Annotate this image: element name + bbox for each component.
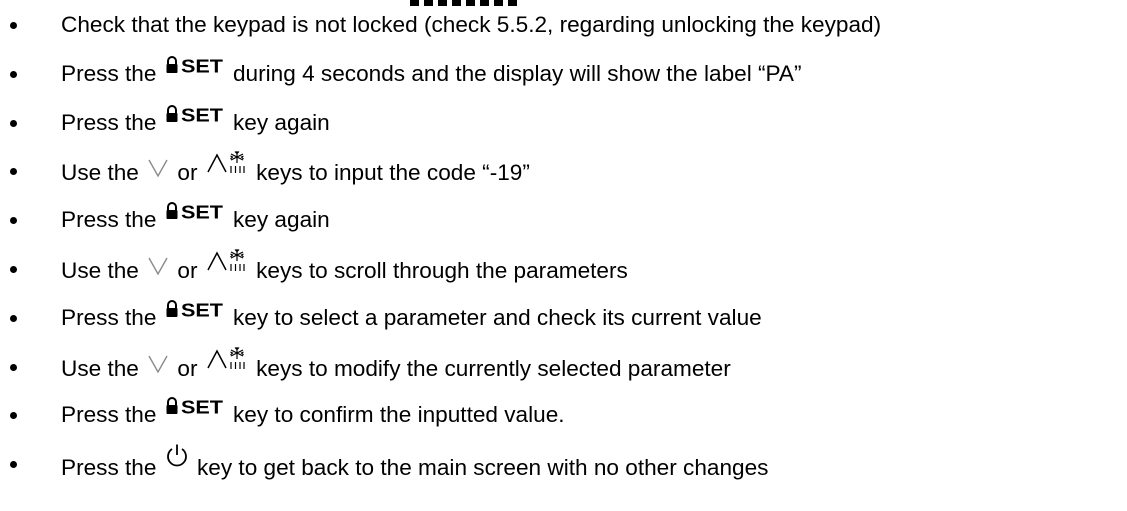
step-text-segment: key to get back to the main screen with … [190, 455, 769, 481]
lock-set-key-icon: SET [165, 202, 225, 220]
step-text-segment: Press the [61, 304, 163, 330]
bullet-icon [10, 22, 17, 29]
step-text-segment: key to confirm the inputted value. [226, 402, 565, 428]
list-item: Press the SET during 4 seconds and the d… [0, 55, 1127, 108]
list-item: Use the or keys to scroll through the pa… [0, 248, 1127, 303]
step-text-segment: Press the [61, 455, 163, 481]
bullet-icon [10, 168, 17, 176]
step-text-segment: or [171, 160, 204, 186]
step-text-segment: Use the [61, 257, 146, 283]
power-key-icon [165, 443, 189, 469]
list-item: Check that the keypad is not locked (che… [0, 10, 1127, 59]
step-text: Use the or keys to scroll through the pa… [61, 248, 628, 286]
list-item: Press the SET key again [0, 104, 1127, 157]
lock-set-key-icon: SET [165, 55, 225, 74]
step-text-segment: or [171, 355, 204, 381]
heading-fragment [410, 0, 520, 6]
list-item: Press the key to get back to the main sc… [0, 444, 1127, 498]
step-text: Press the SET key again [61, 104, 330, 138]
step-text-segment: Check that the keypad is not locked (che… [61, 12, 882, 37]
set-key-label: SET [181, 203, 223, 221]
step-text-segment: key again [226, 207, 330, 233]
step-text-segment: key again [226, 109, 330, 135]
bullet-icon [10, 314, 17, 322]
bullet-icon [10, 217, 17, 225]
chevron-up-defrost-key-icon [206, 248, 248, 272]
set-key-label: SET [181, 105, 223, 123]
chevron-up-defrost-key-icon [206, 150, 248, 174]
bullet-icon [10, 70, 17, 78]
step-text-segment: or [171, 257, 204, 283]
step-text-segment: Press the [61, 402, 163, 428]
lock-set-key-icon: SET [165, 104, 225, 123]
step-text-segment: during 4 seconds and the display will sh… [226, 60, 802, 86]
chevron-up-defrost-key-icon [206, 346, 248, 370]
step-text: Use the or keys to modify the currently … [61, 346, 731, 384]
step-text: Press the SET key again [61, 202, 330, 235]
chevron-down-key-icon [147, 157, 169, 179]
step-text: Use the or keys to input the code “-19” [61, 151, 530, 188]
set-key-label: SET [181, 56, 223, 74]
step-text: Press the SET during 4 seconds and the d… [61, 55, 802, 89]
chevron-down-key-icon [147, 353, 169, 375]
list-item: Use the or keys to modify the currently … [0, 346, 1127, 401]
bullet-icon [10, 119, 17, 127]
step-text-segment: Press the [61, 109, 163, 135]
step-text-segment: Use the [61, 355, 146, 381]
bullet-icon [10, 363, 17, 371]
step-text-segment: key to select a parameter and check its … [226, 304, 762, 330]
step-text-segment: keys to modify the currently selected pa… [249, 355, 731, 381]
list-item: Press the SET key again [0, 202, 1127, 254]
step-text-segment: Use the [61, 160, 146, 186]
list-item: Use the or keys to input the code “-19” [0, 151, 1127, 205]
bullet-icon [10, 265, 17, 273]
lock-set-key-icon: SET [165, 299, 225, 318]
step-text-segment: keys to input the code “-19” [249, 160, 530, 186]
bullet-icon [10, 461, 17, 469]
step-text-segment: Press the [61, 207, 163, 233]
step-text-segment: keys to scroll through the parameters [249, 257, 628, 283]
step-text: Press the SET key to select a parameter … [61, 299, 762, 333]
list-item: Press the SET key to confirm the inputte… [0, 397, 1127, 449]
step-text-segment: Press the [61, 60, 163, 86]
chevron-down-key-icon [147, 255, 169, 277]
step-text: Check that the keypad is not locked (che… [61, 10, 881, 40]
instruction-list: Check that the keypad is not locked (che… [0, 10, 1127, 498]
bullet-icon [10, 412, 17, 420]
set-key-label: SET [181, 398, 223, 416]
step-text: Press the key to get back to the main sc… [61, 444, 769, 483]
list-item: Press the SET key to select a parameter … [0, 299, 1127, 352]
lock-set-key-icon: SET [165, 397, 225, 415]
set-key-label: SET [181, 300, 223, 318]
step-text: Press the SET key to confirm the inputte… [61, 397, 565, 430]
